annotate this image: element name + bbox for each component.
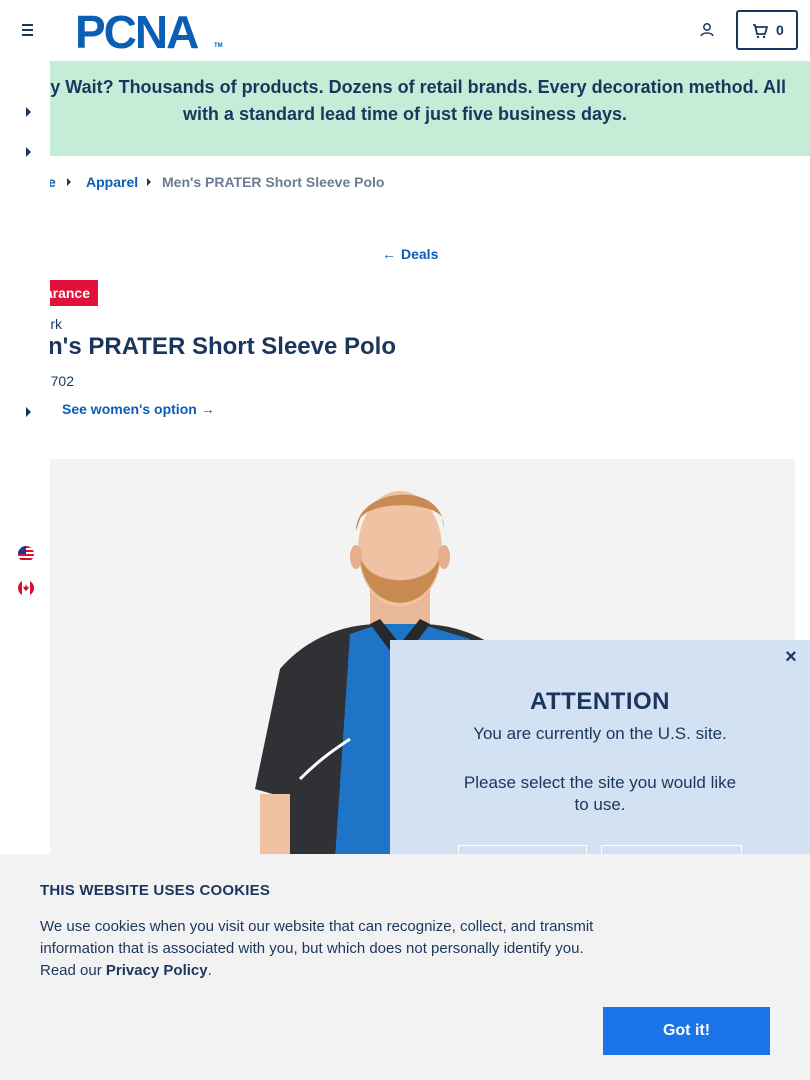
breadcrumb-current: Men's PRATER Short Sleeve Polo [162,174,385,190]
cookie-period: . [207,962,212,979]
pcna-logo[interactable]: PCNA TM [75,6,225,58]
arrow-right-icon: → [200,401,215,417]
attention-message: You are currently on the U.S. site. [473,724,727,743]
breadcrumb-separator-icon [147,178,151,186]
privacy-policy-link[interactable]: Privacy Policy [106,962,208,979]
canada-flag-icon[interactable] [18,580,34,596]
arrow-left-icon: ← [382,246,396,262]
us-flag-icon[interactable] [18,546,34,562]
banner-line-1: y Wait? Thousands of products. Dozens of… [50,77,786,97]
attention-instruction: Please select the site you would like to… [463,773,737,814]
cookie-text: We use cookies when you visit our websit… [40,916,600,982]
logo-trademark: TM [214,43,223,49]
breadcrumb-apparel-link[interactable]: Apparel [86,174,138,190]
womens-option-link[interactable]: See women's option → [62,401,215,417]
cart-button[interactable]: 0 [736,10,798,50]
womens-link-label: See women's option [62,401,197,417]
promo-banner: y Wait? Thousands of products. Dozens of… [0,61,810,156]
product-title: n's PRATER Short Sleeve Polo [48,333,396,360]
back-to-deals-link[interactable]: ← Deals [382,246,438,262]
cart-count: 0 [776,22,784,38]
attention-title: ATTENTION [529,688,671,715]
rail-expand-arrow-icon[interactable] [26,407,31,417]
back-link-label: Deals [401,246,439,262]
cart-icon [752,23,768,39]
banner-line-2: with a standard lead time of just five b… [182,104,628,124]
hamburger-menu-icon[interactable] [18,20,38,40]
got-it-button[interactable]: Got it! [603,1007,770,1055]
close-icon[interactable]: × [782,647,800,667]
rail-expand-arrow-icon[interactable] [26,147,31,157]
rail-expand-arrow-icon[interactable] [26,107,31,117]
site-header: PCNA TM 0 [0,0,810,61]
cookie-banner: THIS WEBSITE USES COOKIES We use cookies… [0,854,810,1080]
page: PCNA TM 0 y Wait? Thousands of products.… [0,0,810,1080]
logo-text: PCNA [75,6,199,58]
breadcrumb-separator-icon [67,178,71,186]
cookie-title: THIS WEBSITE USES COOKIES [40,882,271,899]
user-account-icon[interactable] [697,20,717,40]
